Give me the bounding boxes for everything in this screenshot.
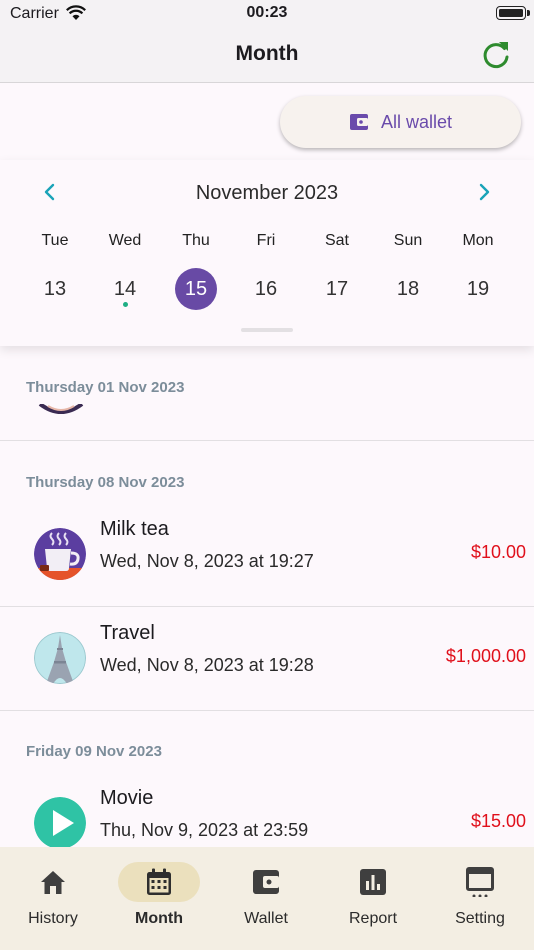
weekday-label: Thu (182, 232, 210, 249)
battery-icon (496, 6, 530, 20)
page-title: Month (235, 42, 299, 65)
play-icon (34, 797, 86, 847)
category-avatar-icon (38, 404, 84, 414)
transaction-datetime: Thu, Nov 9, 2023 at 23:59 (100, 820, 309, 840)
chevron-right-icon[interactable] (472, 180, 496, 204)
wallet-icon (253, 870, 279, 894)
calendar-day-selected[interactable]: 15 (175, 268, 217, 310)
calendar-day[interactable]: 18 (387, 268, 429, 310)
transaction-datetime: Wed, Nov 8, 2023 at 19:28 (100, 655, 314, 675)
transaction-amount: $15.00 (470, 811, 526, 831)
wallet-selector-label: All wallet (380, 111, 453, 132)
weekday-label: Sat (324, 232, 349, 249)
divider (0, 710, 534, 711)
milk-tea-icon (34, 528, 86, 580)
bar-chart-icon (360, 869, 386, 895)
weekday-label: Wed (108, 232, 142, 249)
nav-item-label: Setting (455, 910, 505, 927)
top-app-bar: Month (0, 28, 534, 83)
transaction-name: Travel (100, 622, 155, 644)
status-bar: Carrier 00:23 (0, 0, 534, 28)
nav-item-report[interactable]: Report (320, 847, 426, 950)
settings-card-icon (466, 867, 494, 897)
nav-item-label: History (28, 910, 78, 927)
weekday-label: Tue (41, 232, 69, 249)
section-header: Friday 09 Nov 2023 (26, 743, 162, 760)
nav-item-history[interactable]: History (0, 847, 106, 950)
clock: 00:23 (246, 4, 288, 21)
nav-item-month[interactable]: Month (106, 847, 212, 950)
nav-item-label: Report (348, 910, 398, 927)
eiffel-tower-icon (34, 632, 86, 684)
bottom-navigation: History Month Wallet Report Setting (0, 847, 534, 950)
nav-item-label: Month (135, 910, 183, 927)
transaction-row[interactable]: Movie Thu, Nov 9, 2023 at 23:59 $15.00 (0, 772, 534, 847)
wallet-icon (349, 114, 368, 130)
divider (0, 440, 534, 441)
home-icon (41, 871, 65, 894)
nav-item-setting[interactable]: Setting (427, 847, 533, 950)
transaction-list[interactable]: Thursday 01 Nov 2023 Thursday 08 Nov 202… (0, 346, 534, 847)
calendar-day[interactable]: 19 (457, 268, 499, 310)
transaction-name: Milk tea (100, 518, 169, 540)
nav-item-wallet[interactable]: Wallet (213, 847, 319, 950)
transaction-row[interactable]: Milk tea Wed, Nov 8, 2023 at 19:27 $10.0… (0, 503, 534, 606)
calendar-day[interactable]: 13 (34, 268, 76, 310)
nav-item-label: Wallet (244, 910, 288, 927)
transaction-datetime: Wed, Nov 8, 2023 at 19:27 (100, 551, 314, 571)
transaction-name: Movie (100, 787, 154, 809)
transaction-amount: $1,000.00 (445, 646, 526, 666)
weekday-label: Fri (256, 232, 276, 249)
calendar-day[interactable]: 16 (245, 268, 287, 310)
calendar-icon (147, 868, 171, 895)
calendar-day[interactable]: 17 (316, 268, 358, 310)
transaction-row[interactable]: Travel Wed, Nov 8, 2023 at 19:28 $1,000.… (0, 607, 534, 710)
wallet-selector-button[interactable]: All wallet (280, 96, 521, 148)
transaction-amount: $10.00 (470, 542, 526, 562)
refresh-icon[interactable] (480, 39, 512, 71)
section-header: Thursday 01 Nov 2023 (26, 379, 185, 396)
calendar-month-label: November 2023 (195, 182, 339, 204)
calendar-drag-handle[interactable] (241, 328, 293, 332)
weekday-label: Mon (462, 232, 494, 249)
weekday-label: Sun (393, 232, 423, 249)
week-calendar: November 2023 Tue Wed Thu Fri Sat Sun Mo… (0, 160, 534, 346)
event-marker-dot (122, 302, 128, 307)
section-header: Thursday 08 Nov 2023 (26, 474, 185, 491)
